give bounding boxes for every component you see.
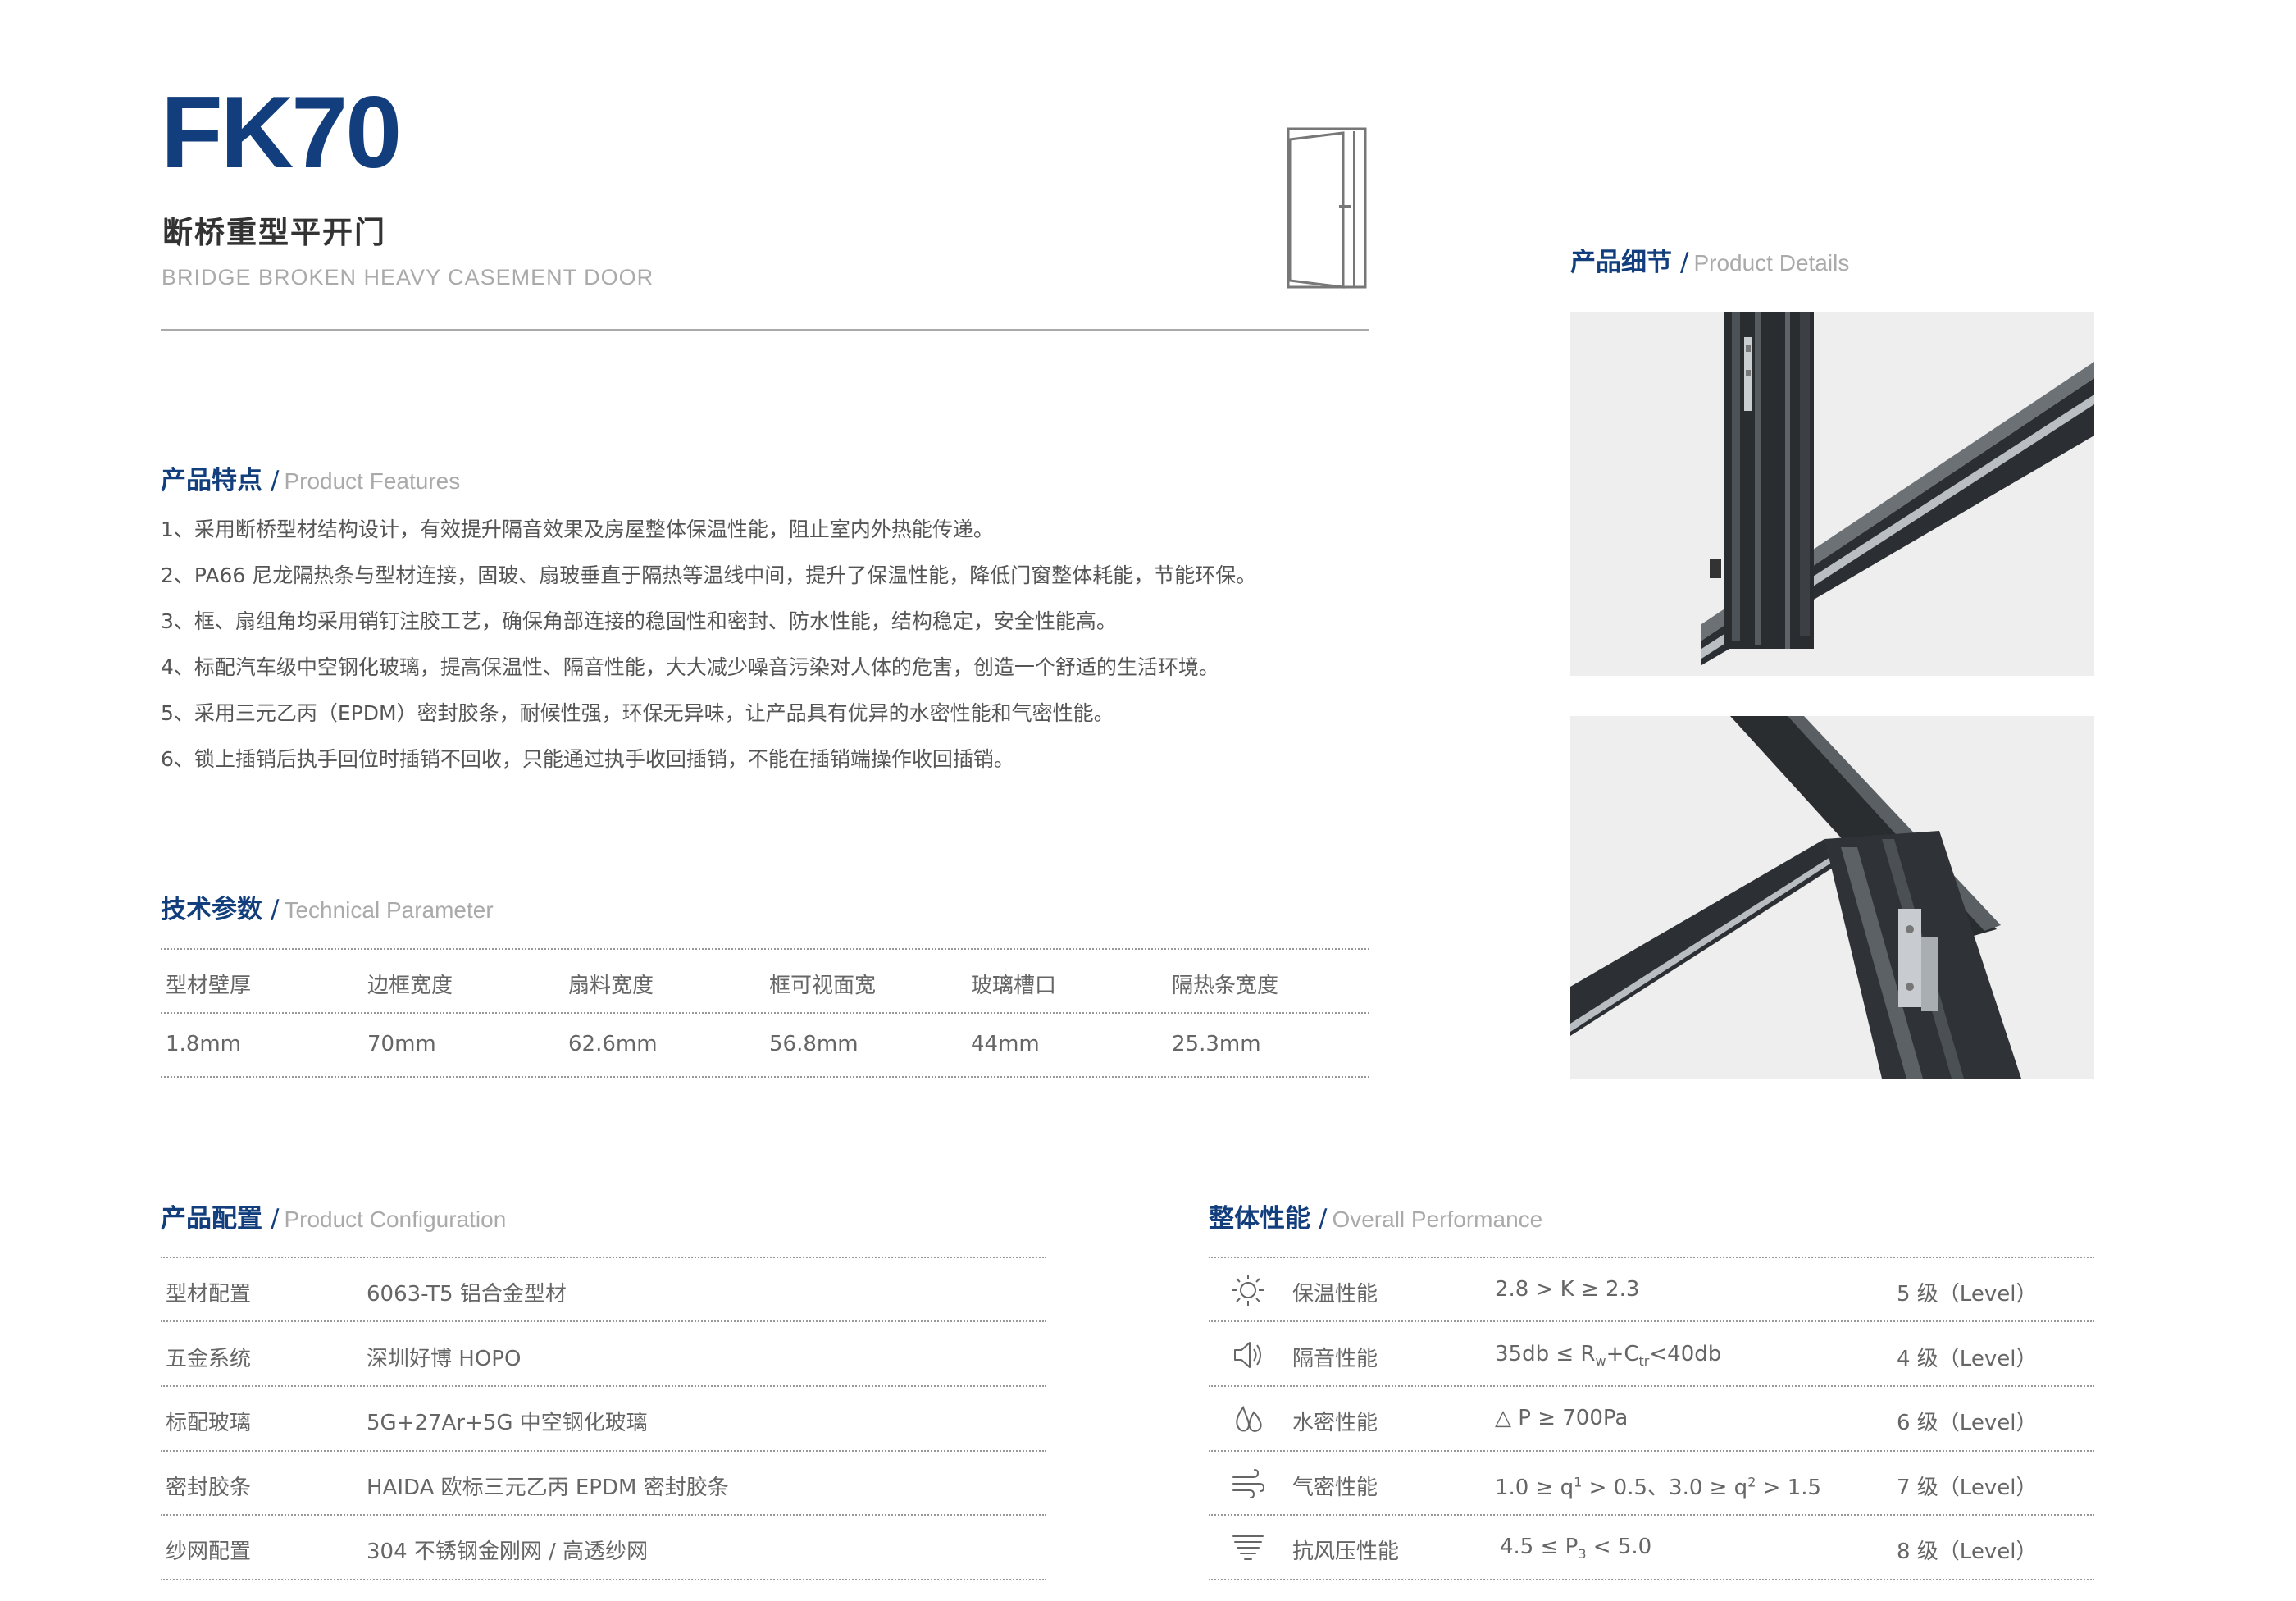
- feature-item: 2、PA66 尼龙隔热条与型材连接，固玻、扇玻垂直于隔热等温线中间，提升了保温性…: [161, 563, 1257, 587]
- details-heading: 产品细节 / Product Details: [1570, 248, 1850, 277]
- tech-value-cell: 70mm: [367, 1032, 436, 1056]
- tech-value-cell: 44mm: [971, 1032, 1040, 1056]
- performance-divider: [1209, 1320, 2094, 1322]
- tech-header-cell: 边框宽度: [367, 974, 453, 998]
- performance-heading: 整体性能 / Overall Performance: [1209, 1204, 1543, 1234]
- config-label: 纱网配置: [166, 1539, 252, 1564]
- performance-divider: [1209, 1257, 2094, 1258]
- tech-value-cell: 1.8mm: [166, 1032, 242, 1056]
- config-divider: [161, 1320, 1046, 1322]
- performance-divider: [1209, 1579, 2094, 1580]
- performance-label: 水密性能: [1292, 1411, 1378, 1435]
- config-value: 304 不锈钢金刚网 / 高透纱网: [367, 1539, 649, 1564]
- config-divider: [161, 1514, 1046, 1516]
- tech-header-cell: 隔热条宽度: [1172, 974, 1279, 998]
- config-divider: [161, 1257, 1046, 1258]
- config-value: 6063-T5 铝合金型材: [367, 1282, 567, 1307]
- detail-photo-hinge: [1570, 716, 2094, 1079]
- performance-level: 5 级（Level）: [1897, 1282, 2038, 1307]
- tech-value-cell: 25.3mm: [1172, 1032, 1261, 1056]
- tech-value-cell: 62.6mm: [568, 1032, 658, 1056]
- tech-heading: 技术参数 / Technical Parameter: [161, 895, 494, 924]
- feature-item: 1、采用断桥型材结构设计，有效提升隔音效果及房屋整体保温性能，阻止室内外热能传递…: [161, 518, 994, 541]
- performance-label: 保温性能: [1292, 1282, 1378, 1307]
- tech-header-cell: 玻璃槽口: [971, 974, 1057, 998]
- performance-level: 7 级（Level）: [1897, 1476, 2038, 1500]
- config-label: 五金系统: [166, 1347, 252, 1371]
- speaker-icon: [1234, 1342, 1261, 1368]
- header-divider: [161, 329, 1369, 331]
- performance-label: 气密性能: [1292, 1476, 1378, 1500]
- water-drops-icon: [1236, 1405, 1262, 1432]
- config-divider: [161, 1579, 1046, 1580]
- performance-value: 4.5 ≤ P3 < 5.0: [1500, 1535, 1652, 1562]
- performance-value: △ P ≥ 700Pa: [1495, 1406, 1629, 1430]
- config-divider: [161, 1385, 1046, 1387]
- features-heading: 产品特点 / Product Features: [161, 466, 461, 495]
- tech-header-cell: 型材壁厚: [166, 974, 252, 998]
- tech-divider: [161, 948, 1369, 950]
- feature-item: 3、框、扇组角均采用销钉注胶工艺，确保角部连接的稳固性和密封、防水性能，结构稳定…: [161, 609, 1117, 633]
- config-label: 标配玻璃: [166, 1411, 252, 1435]
- feature-item: 5、采用三元乙丙（EPDM）密封胶条，耐候性强，环保无异味，让产品具有优异的水密…: [161, 701, 1114, 725]
- tech-header-cell: 框可视面宽: [769, 974, 877, 998]
- wind-icon: [1232, 1469, 1265, 1498]
- tech-value-cell: 56.8mm: [769, 1032, 859, 1056]
- feature-item: 4、标配汽车级中空钢化玻璃，提高保温性、隔音性能，大大减少噪音污染对人体的危害，…: [161, 655, 1219, 679]
- performance-divider: [1209, 1514, 2094, 1516]
- product-name-cn: 断桥重型平开门: [162, 215, 386, 250]
- performance-label: 隔音性能: [1292, 1347, 1378, 1371]
- performance-value: 35db ≤ Rw+Ctr<40db: [1495, 1342, 1722, 1370]
- config-label: 密封胶条: [166, 1476, 252, 1500]
- config-value: 5G+27Ar+5G 中空钢化玻璃: [367, 1411, 648, 1435]
- product-name-en: BRIDGE BROKEN HEAVY CASEMENT DOOR: [162, 265, 654, 290]
- features-list: 1、采用断桥型材结构设计，有效提升隔音效果及房屋整体保温性能，阻止室内外热能传递…: [161, 512, 1391, 787]
- product-model-title: FK70: [161, 76, 402, 189]
- performance-value: 1.0 ≥ q1 > 0.5、3.0 ≥ q2 > 1.5: [1495, 1474, 1822, 1500]
- config-value: 深圳好博 HOPO: [367, 1347, 522, 1371]
- performance-level: 4 级（Level）: [1897, 1347, 2038, 1371]
- sun-icon: [1232, 1275, 1264, 1306]
- performance-divider: [1209, 1450, 2094, 1452]
- performance-level: 8 级（Level）: [1897, 1539, 2038, 1564]
- wind-pressure-icon: [1232, 1535, 1264, 1560]
- feature-item: 6、锁上插销后执手回位时插销不回收，只能通过执手收回插销，不能在插销端操作收回插…: [161, 747, 1014, 771]
- performance-value: 2.8 > K ≥ 2.3: [1495, 1277, 1640, 1302]
- config-heading: 产品配置 / Product Configuration: [161, 1204, 507, 1234]
- tech-divider: [161, 1012, 1369, 1014]
- detail-photo-corner: [1570, 312, 2094, 676]
- tech-divider: [161, 1076, 1369, 1078]
- tech-header-cell: 扇料宽度: [568, 974, 654, 998]
- performance-divider: [1209, 1385, 2094, 1387]
- config-divider: [161, 1450, 1046, 1452]
- casement-door-icon: [1287, 127, 1367, 289]
- performance-level: 6 级（Level）: [1897, 1411, 2038, 1435]
- config-value: HAIDA 欧标三元乙丙 EPDM 密封胶条: [367, 1476, 729, 1500]
- performance-label: 抗风压性能: [1292, 1539, 1400, 1564]
- config-label: 型材配置: [166, 1282, 252, 1307]
